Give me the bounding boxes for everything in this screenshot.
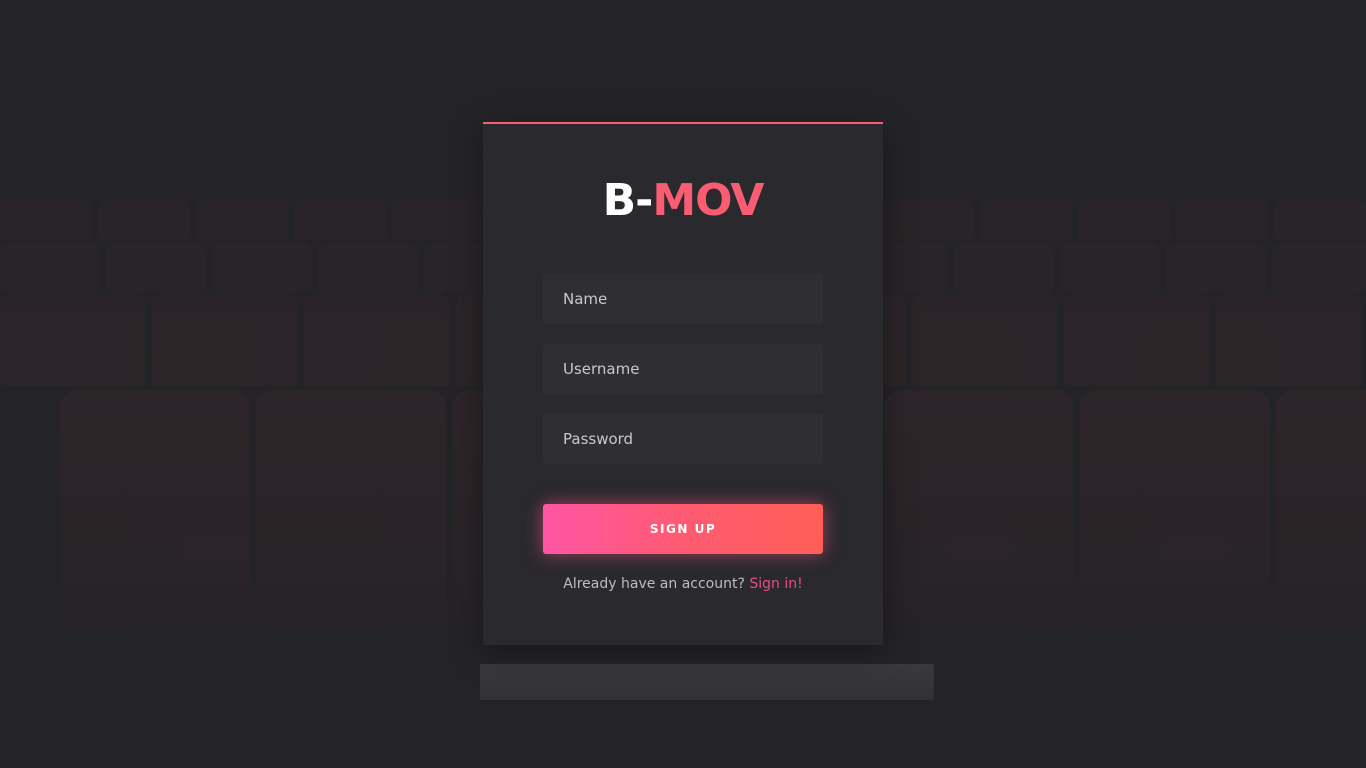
sign-up-button[interactable]: SIGN UP [543,504,823,554]
sign-in-link[interactable]: Sign in! [749,576,802,592]
signup-page: B-MOV SIGN UP Already have an account? S… [0,0,1366,768]
brand-logo[interactable]: B-MOV [483,176,883,226]
logo-text-brand: MOV [652,175,764,226]
password-input[interactable] [543,414,823,464]
sign-in-prompt-text: Already have an account? [563,576,745,592]
sign-in-prompt: Already have an account? Sign in! [483,576,883,592]
signup-card: B-MOV SIGN UP Already have an account? S… [483,122,883,645]
username-input[interactable] [543,344,823,394]
name-input[interactable] [543,274,823,324]
stage-step [480,664,934,700]
logo-text-prefix: B- [602,175,654,226]
